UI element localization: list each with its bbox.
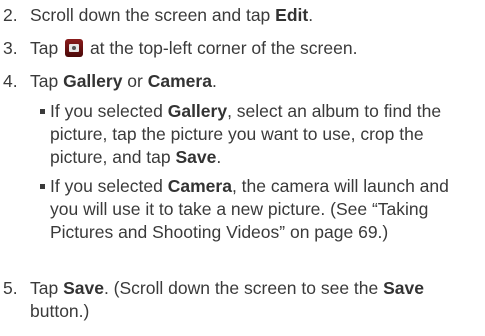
gallery-term: Gallery [63,71,123,91]
step-5: 5. Tap Save. (Scroll down the screen to s… [3,277,481,323]
step-text-mid: or [122,71,148,91]
save-term: Save [175,147,217,167]
step-text-end: button.) [30,301,90,321]
step-3: 3. Tap at the top-left corner of the scre… [3,37,481,60]
instruction-page: 2. Scroll down the screen and tap Edit. 3… [0,0,485,336]
save-term: Save [63,278,104,298]
camera-term: Camera [167,176,232,196]
step-number: 5. [3,278,18,298]
gallery-term: Gallery [167,101,228,121]
bullet-text: If you selected Camera, the camera will … [50,176,449,242]
bullet-gallery: If you selected Gallery, select an album… [40,100,480,169]
step-text-end: . [211,71,217,91]
step-number: 4. [3,71,18,91]
step-text: Tap [30,71,64,91]
bullet-camera: If you selected Camera, the camera will … [40,175,480,244]
edit-term: Edit [275,5,309,25]
step-number: 3. [3,38,18,58]
step-number: 2. [3,5,18,25]
bullet-text: If you selected Gallery, select an album… [50,101,442,167]
step-text: Tap [30,38,64,58]
save-term: Save [383,278,424,298]
step-4: 4. Tap Gallery or Camera. [3,70,481,93]
bullet-marker [40,109,45,114]
camera-icon [65,39,84,57]
step-text-end: at the top-left corner of the screen. [85,38,358,58]
bullet-marker [40,184,45,189]
step-text-mid: . (Scroll down the screen to see the [103,278,384,298]
step-2: 2. Scroll down the screen and tap Edit. [3,4,481,27]
camera-term: Camera [147,71,212,91]
step-text-end: . [308,5,314,25]
step-text: Scroll down the screen and tap [30,5,276,25]
step-text: Tap [30,278,64,298]
